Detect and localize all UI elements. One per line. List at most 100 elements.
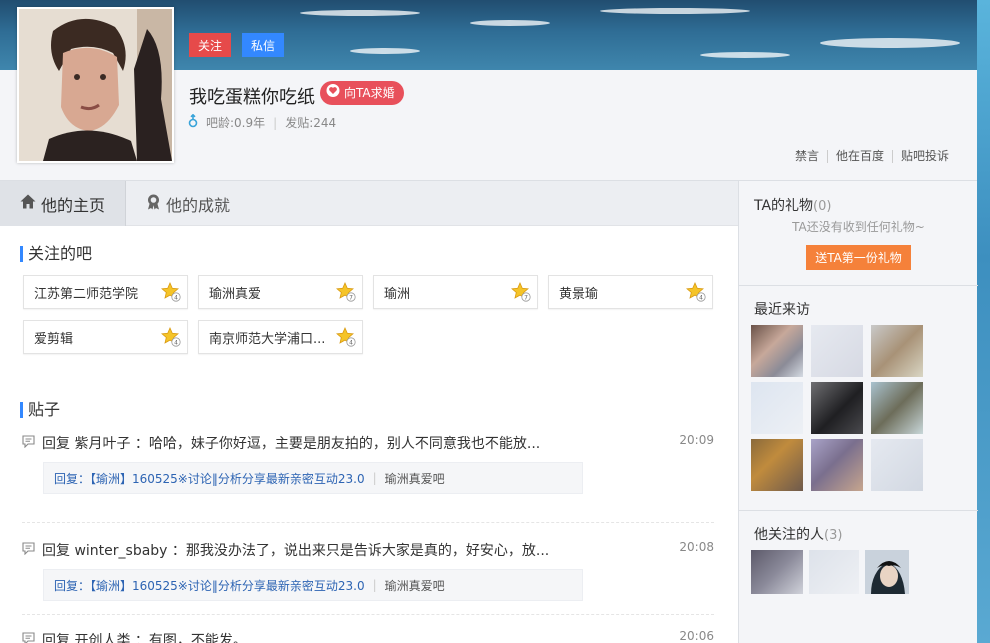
quote-thread-link[interactable]: 回复：【瑜洲】160525※讨论‖分析分享最新亲密互动23.0 (54, 577, 365, 594)
following-avatar[interactable] (751, 550, 803, 594)
posts-title: 贴子 (20, 402, 60, 418)
post-text: 回复 紫月叶子 ：哈哈，妹子你好逗，主要是朋友拍的，别人不同意我也不能放... (42, 436, 541, 452)
bar-name: 南京师范大学浦口... (209, 331, 326, 347)
post-text: 回复 winter_sbaby ：那我没办法了，说出来只是告诉大家是真的，好安心… (42, 543, 550, 559)
profile-tabs: 他的主页 他的成就 (0, 181, 738, 226)
gifts-count: (0) (813, 199, 832, 214)
quote-thread-link[interactable]: 回复：【瑜洲】160525※讨论‖分析分享最新亲密互动23.0 (54, 470, 365, 487)
svg-text:4: 4 (174, 294, 178, 301)
followed-bars-list: 江苏第二师范学院 4 瑜洲真爱 7 瑜洲 7 黄景瑜 4 爱剪辑 4 南京师范大… (23, 275, 723, 354)
svg-text:4: 4 (349, 339, 353, 346)
post-title[interactable]: 回复 紫月叶子 ：哈哈，妹子你好逗，主要是朋友拍的，别人不同意我也不能放... (22, 431, 714, 455)
bar-name: 江苏第二师范学院 (34, 286, 139, 302)
post-time: 20:06 (679, 629, 714, 643)
post-text: 回复 开创人类 ：有图，不能发。 (42, 633, 247, 643)
star-level-icon: 7 (511, 281, 531, 302)
recent-visitors-section: 最近来访 (739, 287, 978, 511)
visitor-avatar[interactable] (871, 325, 923, 377)
tab-achievements-label: 他的成就 (166, 195, 231, 215)
propose-button[interactable]: 向TA求婚 (320, 81, 404, 105)
following-avatar[interactable] (809, 550, 859, 594)
bar-name: 瑜洲真爱 (209, 286, 262, 302)
bar-item[interactable]: 江苏第二师范学院 4 (23, 275, 188, 309)
visitor-avatar[interactable] (811, 439, 863, 491)
svg-text:7: 7 (349, 294, 353, 301)
following-title: 他关注的人(3) (754, 527, 843, 543)
tab-achievements[interactable]: 他的成就 (126, 181, 250, 226)
tab-home[interactable]: 他的主页 (0, 181, 127, 226)
main-content: 他的主页 他的成就 关注的吧 江苏第二师范学院 4 瑜洲真爱 7 瑜洲 7 黄景… (0, 181, 738, 643)
home-icon (20, 194, 36, 213)
post-item: 回复 winter_sbaby ：那我没办法了，说出来只是告诉大家是真的，好安心… (22, 523, 714, 615)
visitor-avatar[interactable] (751, 382, 803, 434)
profile-page: 我吃蛋糕你吃纸 向TA求婚 吧龄:0.9年 | 发贴:244 禁言 他在百度 贴… (0, 0, 990, 643)
send-gift-button[interactable]: 送TA第一份礼物 (806, 245, 911, 270)
gifts-section: TA的礼物(0) TA还没有收到任何礼物~ 送TA第一份礼物 (739, 181, 978, 286)
meta-divider: | (273, 115, 278, 130)
posts-list: 回复 紫月叶子 ：哈哈，妹子你好逗，主要是朋友拍的，别人不同意我也不能放... … (22, 431, 714, 643)
tab-home-label: 他的主页 (41, 195, 106, 215)
following-section: 他关注的人(3) (739, 512, 978, 643)
post-time: 20:09 (679, 433, 714, 447)
baidu-profile-link[interactable]: 他在百度 (826, 150, 892, 163)
gifts-empty-note: TA还没有收到任何礼物~ (792, 220, 925, 234)
comment-icon (22, 434, 36, 452)
gender-male-icon (188, 113, 198, 131)
post-count: 发贴:244 (285, 116, 337, 130)
heart-icon (326, 81, 340, 105)
comment-icon (22, 631, 36, 643)
quote-divider: | (372, 578, 377, 592)
report-link[interactable]: 贴吧投诉 (891, 150, 957, 163)
avatar[interactable] (17, 7, 174, 163)
bar-item[interactable]: 南京师范大学浦口... 4 (198, 320, 363, 354)
user-meta: 吧龄:0.9年 | 发贴:244 (188, 113, 337, 131)
post-quote: 回复：【瑜洲】160525※讨论‖分析分享最新亲密互动23.0 | 瑜洲真爱吧 (43, 462, 583, 494)
propose-label: 向TA求婚 (344, 86, 395, 100)
star-level-icon: 7 (336, 281, 356, 302)
star-level-icon: 4 (161, 281, 181, 302)
bar-item[interactable]: 瑜洲真爱 7 (198, 275, 363, 309)
message-button[interactable]: 私信 (242, 33, 284, 57)
visitor-avatar[interactable] (871, 439, 923, 491)
post-title[interactable]: 回复 winter_sbaby ：那我没办法了，说出来只是告诉大家是真的，好安心… (22, 538, 714, 562)
post-item: 回复 开创人类 ：有图，不能发。 20:06 (22, 615, 714, 643)
svg-text:4: 4 (174, 339, 178, 346)
visitor-avatar[interactable] (751, 325, 803, 377)
bar-item[interactable]: 瑜洲 7 (373, 275, 538, 309)
svg-text:4: 4 (699, 294, 703, 301)
quote-bar-link[interactable]: 瑜洲真爱吧 (385, 470, 445, 487)
svg-text:7: 7 (524, 294, 528, 301)
following-avatar[interactable] (865, 550, 909, 594)
gifts-title: TA的礼物(0) (754, 198, 832, 214)
visitor-avatar[interactable] (751, 439, 803, 491)
post-item: 回复 紫月叶子 ：哈哈，妹子你好逗，主要是朋友拍的，别人不同意我也不能放... … (22, 431, 714, 523)
post-title[interactable]: 回复 开创人类 ：有图，不能发。 (22, 628, 714, 643)
followed-bars-title: 关注的吧 (20, 246, 92, 262)
star-level-icon: 4 (336, 326, 356, 347)
bar-item[interactable]: 黄景瑜 4 (548, 275, 713, 309)
comment-icon (22, 541, 36, 559)
bar-name: 爱剪辑 (34, 331, 74, 347)
visitor-avatar[interactable] (871, 382, 923, 434)
visitor-avatar[interactable] (811, 382, 863, 434)
bar-name: 瑜洲 (384, 286, 411, 302)
username: 我吃蛋糕你吃纸 (189, 87, 315, 108)
follow-button[interactable]: 关注 (189, 33, 231, 57)
sidebar: TA的礼物(0) TA还没有收到任何礼物~ 送TA第一份礼物 最近来访 他关注的… (738, 181, 978, 643)
browser-background-strip (977, 0, 990, 643)
bar-item[interactable]: 爱剪辑 4 (23, 320, 188, 354)
following-count: (3) (824, 528, 843, 543)
medal-icon (146, 194, 161, 214)
visitor-grid (751, 325, 923, 491)
ban-link[interactable]: 禁言 (787, 150, 827, 163)
quote-divider: | (372, 471, 377, 485)
visitor-avatar[interactable] (811, 325, 863, 377)
star-level-icon: 4 (161, 326, 181, 347)
bar-age: 吧龄:0.9年 (206, 116, 266, 130)
quote-bar-link[interactable]: 瑜洲真爱吧 (385, 577, 445, 594)
star-level-icon: 4 (686, 281, 706, 302)
bar-name: 黄景瑜 (559, 286, 599, 302)
post-time: 20:08 (679, 540, 714, 554)
header-links: 禁言 他在百度 贴吧投诉 (787, 150, 957, 163)
post-quote: 回复：【瑜洲】160525※讨论‖分析分享最新亲密互动23.0 | 瑜洲真爱吧 (43, 569, 583, 601)
